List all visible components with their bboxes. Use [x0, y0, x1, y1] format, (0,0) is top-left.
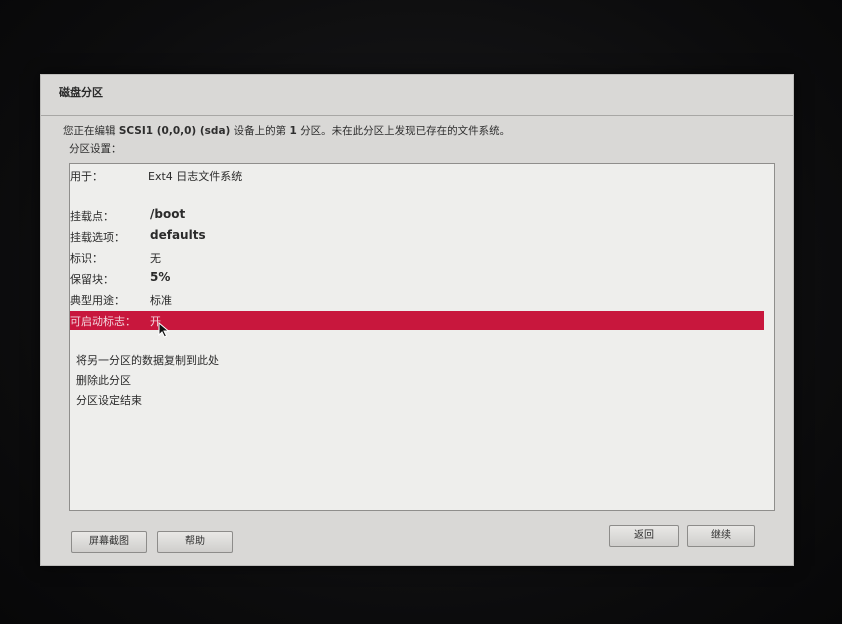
edit-message: 您正在编辑 SCSI1 (0,0,0) (sda) 设备上的第 1 分区。未在此…	[63, 123, 510, 138]
setting-label: 标识：	[70, 252, 103, 265]
setting-label: 用于：	[70, 170, 103, 183]
setting-row-typical-usage[interactable]: 典型用途： 标准	[70, 290, 764, 309]
setting-row-reserved-blocks[interactable]: 保留块： 5%	[70, 269, 764, 288]
help-button[interactable]: 帮助	[157, 531, 233, 553]
setting-value: 无	[150, 252, 161, 265]
setting-row-use-as[interactable]: 用于： Ext4 日志文件系统	[70, 166, 764, 185]
partition-settings-list: 用于： Ext4 日志文件系统 挂载点： /boot 挂载选项： default…	[69, 163, 775, 511]
message-partition-number: 1	[289, 125, 297, 137]
setting-label: 保留块：	[70, 273, 114, 286]
setting-value: 标准	[150, 294, 172, 307]
action-done-setting-up[interactable]: 分区设定结束	[76, 392, 142, 408]
setting-row-mount-point[interactable]: 挂载点： /boot	[70, 206, 764, 225]
setting-row-bootable-flag[interactable]: 可启动标志： 开	[70, 311, 764, 330]
monitor-screen: 磁盘分区 您正在编辑 SCSI1 (0,0,0) (sda) 设备上的第 1 分…	[0, 0, 842, 624]
setting-value: /boot	[150, 207, 186, 221]
screenshot-button[interactable]: 屏幕截图	[71, 531, 147, 553]
action-copy-data[interactable]: 将另一分区的数据复制到此处	[76, 352, 219, 368]
message-mid: 设备上的第	[230, 125, 290, 137]
action-delete-partition[interactable]: 删除此分区	[76, 372, 131, 388]
message-device: SCSI1 (0,0,0) (sda)	[118, 125, 231, 137]
setting-row-mount-options[interactable]: 挂载选项： defaults	[70, 227, 764, 246]
setting-value: 5%	[150, 270, 171, 284]
dialog-title: 磁盘分区	[59, 86, 103, 99]
setting-row-label[interactable]: 标识： 无	[70, 248, 764, 267]
title-separator	[41, 115, 793, 116]
partition-settings-label: 分区设置：	[69, 143, 122, 155]
setting-label: 挂载选项：	[70, 231, 125, 244]
setting-label: 典型用途：	[70, 294, 125, 307]
back-button[interactable]: 返回	[609, 525, 679, 547]
continue-button[interactable]: 继续	[687, 525, 755, 547]
setting-label: 挂载点：	[70, 210, 114, 223]
setting-value: defaults	[150, 228, 206, 242]
message-suffix: 分区。未在此分区上发现已存在的文件系统。	[296, 125, 511, 137]
message-prefix: 您正在编辑	[63, 125, 119, 137]
setting-value: Ext4 日志文件系统	[148, 170, 243, 183]
partition-dialog: 磁盘分区 您正在编辑 SCSI1 (0,0,0) (sda) 设备上的第 1 分…	[40, 74, 794, 566]
mouse-pointer-icon	[158, 322, 170, 338]
setting-label: 可启动标志：	[70, 315, 136, 328]
